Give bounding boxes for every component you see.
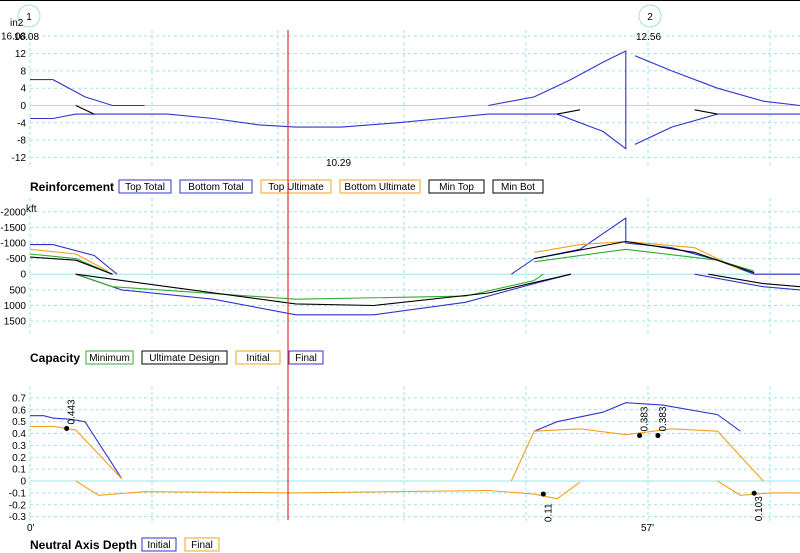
data-point-label: 0.383 — [640, 406, 651, 431]
legend-item[interactable]: Minimum — [85, 350, 134, 365]
legend-item[interactable]: Initial — [235, 350, 281, 365]
legend-label: Ultimate Design — [149, 353, 220, 364]
y-tick-label: -2000 — [0, 207, 26, 218]
series-line — [533, 402, 741, 432]
y-tick-label: -0.3 — [9, 512, 27, 523]
series-line — [29, 253, 113, 275]
y-tick-label: 0 — [20, 101, 26, 112]
legend-label: Initial — [147, 540, 170, 551]
y-tick-label: -1500 — [0, 223, 26, 234]
y-tick-label: 1500 — [4, 317, 27, 328]
support-marker-2[interactable]: 2 — [638, 4, 662, 28]
y-axis-unit-label: kft — [26, 204, 37, 215]
y-tick-label: -8 — [17, 136, 26, 147]
x-axis-start-label: 0' — [27, 523, 35, 534]
y-tick-label: 0.1 — [12, 465, 26, 476]
annotation-min: 10.29 — [326, 158, 351, 169]
legend-label: Final — [295, 353, 317, 364]
grid — [29, 386, 800, 521]
reinforcement-chart: 16.0812840-4-8-12in216.08 12.5610.29Reinf… — [1, 18, 800, 194]
data-point-label: 0.103 — [754, 496, 765, 521]
series-line — [694, 109, 718, 115]
y-tick-label: 0.6 — [12, 405, 26, 416]
y-tick-label: 0.4 — [12, 429, 26, 440]
y-tick-label: -500 — [6, 254, 26, 265]
legend-item[interactable]: Initial — [141, 537, 177, 552]
y-tick-label: 0.3 — [12, 441, 26, 452]
annotation-peak: 12.56 — [636, 32, 661, 43]
legend-label: Bottom Total — [188, 182, 243, 193]
y-tick-label: -0.2 — [9, 500, 27, 511]
series-line — [510, 428, 764, 482]
y-tick-label: -0.1 — [9, 488, 27, 499]
support-marker-2-label: 2 — [647, 12, 653, 23]
support-marker-1-label: 1 — [26, 12, 32, 23]
y-tick-label: 4 — [20, 84, 26, 95]
series-line — [556, 109, 581, 115]
series-line — [75, 480, 581, 500]
capacity-chart: -2000 -1500 -1000 -500 0 500 1000 1500 kft Capaci… — [0, 198, 800, 365]
legend-item[interactable]: Ultimate Design — [141, 350, 228, 365]
y-tick-label: 0.7 — [12, 393, 26, 404]
y-tick-label: -1000 — [0, 239, 26, 250]
data-point — [655, 433, 661, 439]
y-tick-label: 500 — [9, 285, 26, 296]
legend-item[interactable]: Final — [184, 537, 220, 552]
y-tick-label: 1000 — [4, 301, 27, 312]
legend-label: Top Total — [125, 182, 165, 193]
series-line — [534, 240, 741, 271]
legend-label: Min Bot — [501, 182, 535, 193]
grid — [29, 30, 800, 168]
data-point — [64, 425, 70, 431]
y-tick-label: 0.5 — [12, 417, 26, 428]
series-line — [30, 79, 145, 107]
legend-label: Bottom Ultimate — [344, 182, 416, 193]
series-line — [75, 273, 544, 300]
legend-item[interactable]: Final — [288, 350, 324, 365]
chart-stage: 1 2 16.0812840-4-8-12in216.08 12.5610.29R… — [0, 0, 800, 552]
y-tick-label: 0.2 — [12, 453, 26, 464]
legend-label: Final — [191, 540, 213, 551]
series-line — [694, 273, 800, 291]
legend-label: Minimum — [89, 353, 130, 364]
chart-title: Reinforcement — [30, 180, 114, 194]
data-point — [540, 491, 546, 497]
series-line — [30, 244, 118, 275]
y-tick-label: 12 — [15, 49, 27, 60]
legend-label: Top Ultimate — [268, 182, 324, 193]
data-point-label: 0.383 — [658, 406, 669, 431]
legend-item[interactable]: Top Ultimate — [260, 179, 332, 194]
legend-item[interactable]: Bottom Total — [179, 179, 253, 194]
series-line — [488, 50, 627, 107]
legend-item[interactable]: Min Top — [428, 179, 485, 194]
y-tick-label: -4 — [17, 118, 26, 129]
y-axis-unit-label: in2 — [10, 18, 24, 29]
series-line — [30, 105, 627, 150]
chart-title: Neutral Axis Depth — [30, 538, 137, 552]
y-tick-label: -12 — [12, 153, 27, 164]
data-point — [751, 490, 757, 496]
grid — [29, 198, 800, 334]
y-tick-label: 8 — [20, 66, 26, 77]
legend-item[interactable]: Min Bot — [492, 179, 544, 194]
data-point-label: 0.443 — [67, 399, 78, 424]
legend-label: Initial — [246, 353, 269, 364]
legend-label: Min Top — [439, 182, 474, 193]
neutral-axis-depth-chart: 0.70.60.50.40.30.20.10-0.1-0.2-0.3 0.443 0… — [9, 386, 800, 552]
y-tick-label: 0 — [20, 270, 26, 281]
data-point-label: 0.11 — [543, 503, 554, 522]
data-point — [637, 433, 643, 439]
x-axis-mid-label: 57' — [641, 523, 654, 534]
series-line — [75, 273, 571, 316]
series-line — [30, 425, 123, 479]
series-line — [634, 55, 800, 107]
annotation-max-left: 16.08 — [14, 32, 39, 43]
legend-item[interactable]: Bottom Ultimate — [339, 179, 421, 194]
chart-title: Capacity — [30, 351, 80, 365]
legend-item[interactable]: Top Total — [118, 179, 172, 194]
series-line — [75, 105, 95, 115]
y-tick-label: 0 — [20, 477, 26, 488]
